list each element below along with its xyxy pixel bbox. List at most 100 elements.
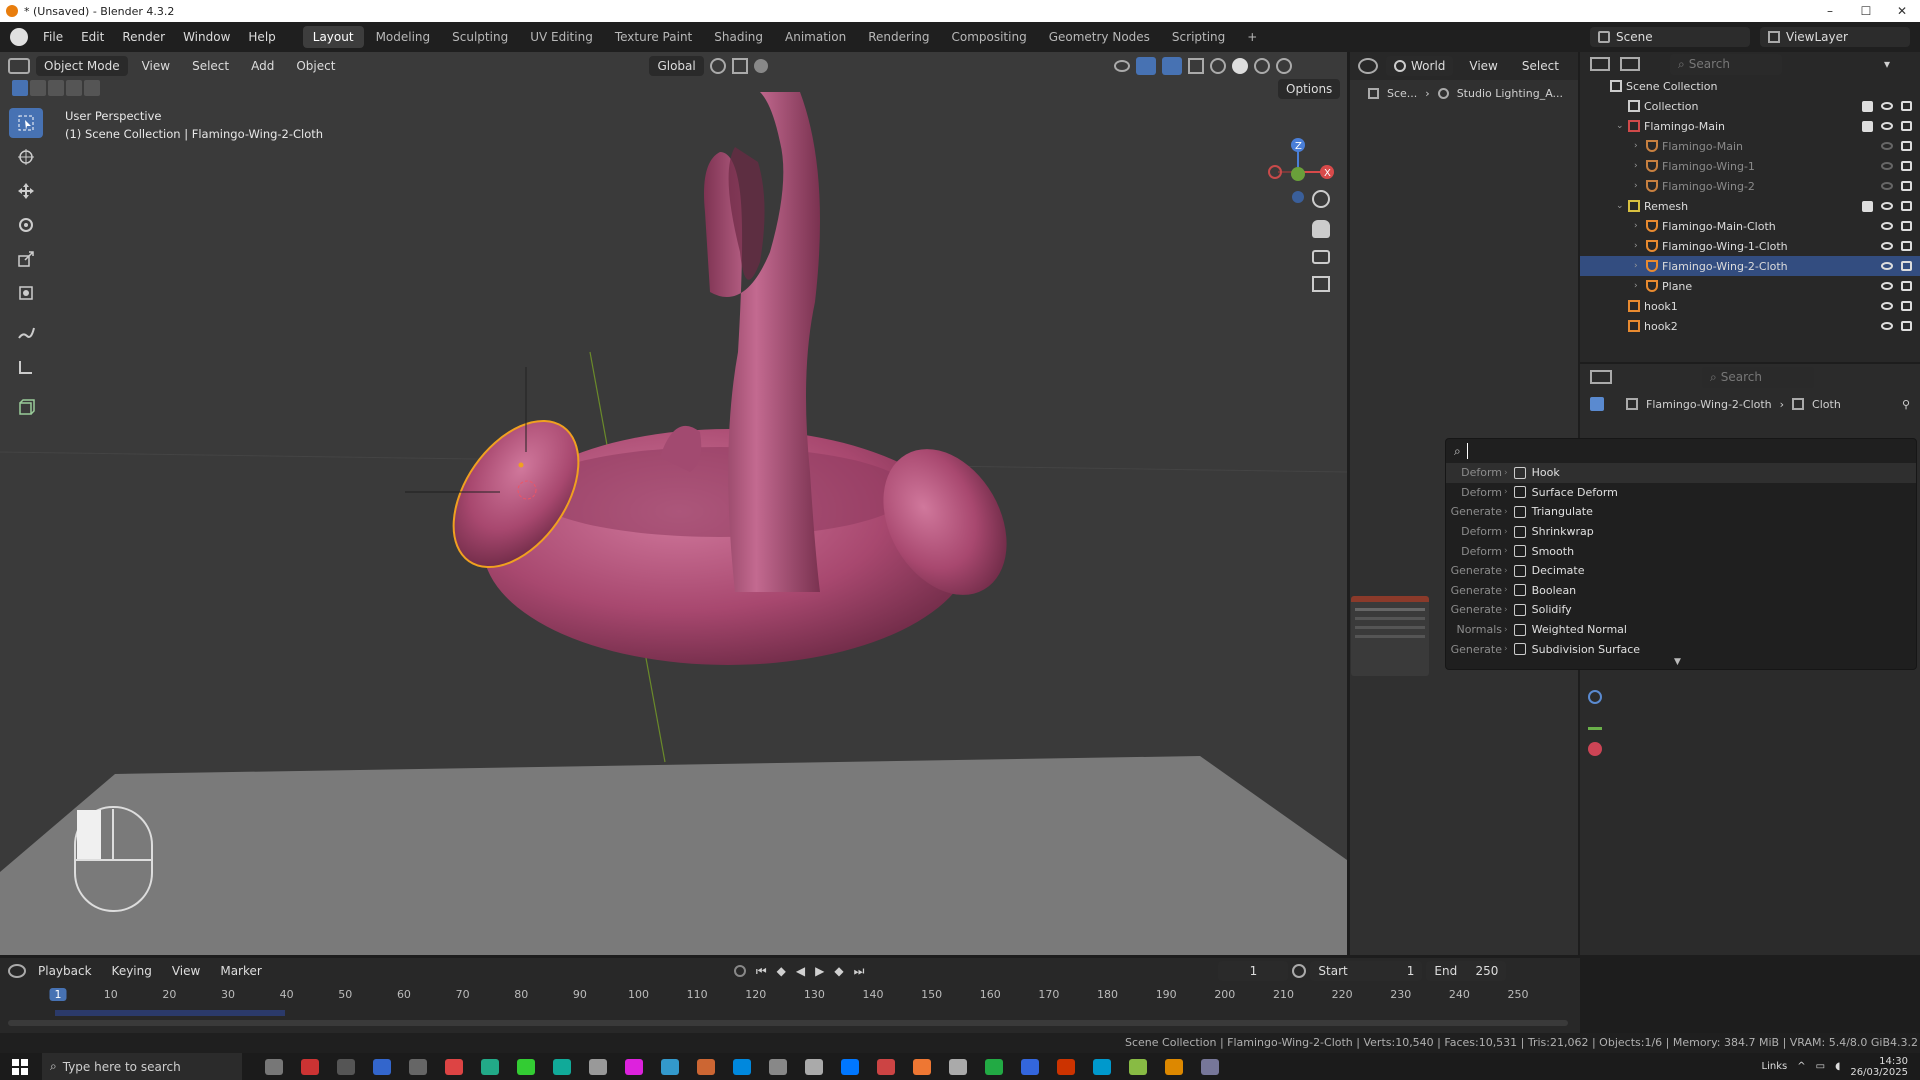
expand-chevron-icon[interactable]: › [1634,261,1646,271]
outliner-row[interactable]: › Flamingo-Wing-2 [1580,176,1920,196]
timeline-menu-marker[interactable]: Marker [212,961,269,981]
transform-tool[interactable] [9,278,43,308]
taskbar-app-icon[interactable] [373,1058,391,1075]
outliner[interactable]: ⌕ Search ▾ Scene Collection Collection ⌄ Fl… [1580,52,1920,362]
breadcrumb-scene[interactable]: Sce... [1387,87,1417,100]
render-camera-icon[interactable] [1901,221,1912,231]
taskbar-app-icon[interactable] [841,1058,859,1075]
exclude-checkbox-icon[interactable] [1862,200,1873,212]
perspective-toggle-icon[interactable] [1312,276,1330,292]
taskbar-app-icon[interactable] [733,1058,751,1075]
modifier-option[interactable]: Deform › Hook [1446,463,1916,483]
taskbar-app-icon[interactable] [1021,1058,1039,1075]
expand-chevron-icon[interactable]: › [1634,221,1646,231]
viewport-menu-add[interactable]: Add [243,56,282,76]
editor-type-icon[interactable] [8,58,30,74]
expand-chevron-icon[interactable]: ⌄ [1616,121,1628,131]
rotate-tool[interactable] [9,210,43,240]
filter-icon[interactable]: ▾ [1884,57,1890,71]
viewport-menu-view[interactable]: View [134,56,178,76]
render-camera-icon[interactable] [1901,181,1912,191]
expand-chevron-icon[interactable]: › [1634,141,1646,151]
viewport-menu-select[interactable]: Select [184,56,237,76]
render-camera-icon[interactable] [1901,241,1912,251]
measure-tool[interactable] [9,352,43,382]
render-camera-icon[interactable] [1901,321,1912,331]
select-subtract-icon[interactable] [48,80,64,96]
outliner-row[interactable]: hook2 [1580,316,1920,336]
shading-wireframe-icon[interactable] [1209,58,1226,74]
select-new-icon[interactable] [12,80,28,96]
proportional-edit-icon[interactable] [753,59,768,73]
world-output-node[interactable] [1351,596,1429,676]
taskbar-app-icon[interactable] [517,1058,535,1075]
outliner-search-input[interactable]: ⌕ Search [1670,53,1782,75]
visibility-icon[interactable] [1113,60,1130,72]
select-extend-icon[interactable] [30,80,46,96]
visibility-eye-icon[interactable] [1881,222,1893,230]
taskbar-app-icon[interactable] [949,1058,967,1075]
taskbar-app-icon[interactable] [1201,1058,1219,1075]
play-reverse-icon[interactable]: ◀ [796,964,805,978]
render-camera-icon[interactable] [1901,261,1912,271]
expand-chevron-icon[interactable]: › [1634,181,1646,191]
snap-icon[interactable] [731,58,748,74]
world-menu-select[interactable]: Select [1514,56,1567,76]
pan-hand-icon[interactable] [1312,220,1330,238]
expand-chevron-icon[interactable]: › [1634,241,1646,251]
auto-key-icon[interactable] [733,965,746,977]
expand-chevron-icon[interactable]: › [1634,161,1646,171]
tab-rendering[interactable]: Rendering [858,26,939,48]
tab-animation[interactable]: Animation [775,26,856,48]
scroll-down-icon[interactable]: ▼ [1674,657,1681,667]
breadcrumb-world[interactable]: Studio Lighting_A... [1457,87,1563,100]
modifier-search-input[interactable] [1466,443,1907,459]
outliner-row[interactable]: hook1 [1580,296,1920,316]
render-camera-icon[interactable] [1901,301,1912,311]
material-tab-icon[interactable] [1588,742,1602,756]
transform-orientation-dropdown[interactable]: Global [649,56,704,76]
taskbar-app-icon[interactable] [553,1058,571,1075]
taskbar-search-input[interactable]: ⌕ Type here to search [42,1053,242,1080]
world-dropdown[interactable]: World [1386,56,1454,76]
taskbar-app-icon[interactable] [769,1058,787,1075]
modifier-option[interactable]: Generate › Decimate [1446,561,1916,581]
timeline-scrollbar[interactable] [8,1020,1568,1026]
modifier-option[interactable]: Normals › Weighted Normal [1446,620,1916,640]
windows-start-icon[interactable] [12,1058,28,1075]
add-cube-tool[interactable] [9,392,43,422]
tab-geometry-nodes[interactable]: Geometry Nodes [1039,26,1160,48]
shading-material-icon[interactable] [1253,58,1270,74]
render-camera-icon[interactable] [1901,161,1912,171]
add-workspace-icon[interactable]: + [1237,26,1267,48]
tab-shading[interactable]: Shading [704,26,773,48]
taskbar-app-icon[interactable] [697,1058,715,1075]
visibility-eye-icon[interactable] [1881,282,1893,290]
tab-modeling[interactable]: Modeling [366,26,441,48]
tab-sculpting[interactable]: Sculpting [442,26,518,48]
render-camera-icon[interactable] [1901,201,1912,211]
taskbar-app-icon[interactable] [337,1058,355,1075]
taskbar-app-icon[interactable] [625,1058,643,1075]
visibility-eye-icon[interactable] [1881,202,1893,210]
expand-chevron-icon[interactable]: › [1634,281,1646,291]
menu-window[interactable]: Window [174,30,239,44]
timeline-editor-icon[interactable] [8,964,26,978]
taskbar-app-icon[interactable] [1165,1058,1183,1075]
tray-chevron-icon[interactable]: ^ [1797,1061,1805,1072]
render-camera-icon[interactable] [1901,101,1912,111]
viewport-menu-object[interactable]: Object [288,56,343,76]
outliner-row[interactable]: ⌄ Flamingo-Main [1580,116,1920,136]
start-frame-field[interactable]: Start 1 [1310,961,1423,981]
xray-icon[interactable] [1187,58,1204,74]
blender-menu-icon[interactable] [10,28,28,46]
properties-search-input[interactable]: ⌕ Search [1702,366,1814,388]
modifier-option[interactable]: Generate › Triangulate [1446,502,1916,522]
modifier-option[interactable]: Generate › Subdivision Surface [1446,639,1916,659]
menu-render[interactable]: Render [113,30,174,44]
taskbar-app-icon[interactable] [913,1058,931,1075]
tab-compositing[interactable]: Compositing [941,26,1036,48]
current-frame-field[interactable]: 1 [1218,961,1289,981]
taskbar-app-icon[interactable] [877,1058,895,1075]
visibility-eye-icon[interactable] [1881,182,1893,190]
